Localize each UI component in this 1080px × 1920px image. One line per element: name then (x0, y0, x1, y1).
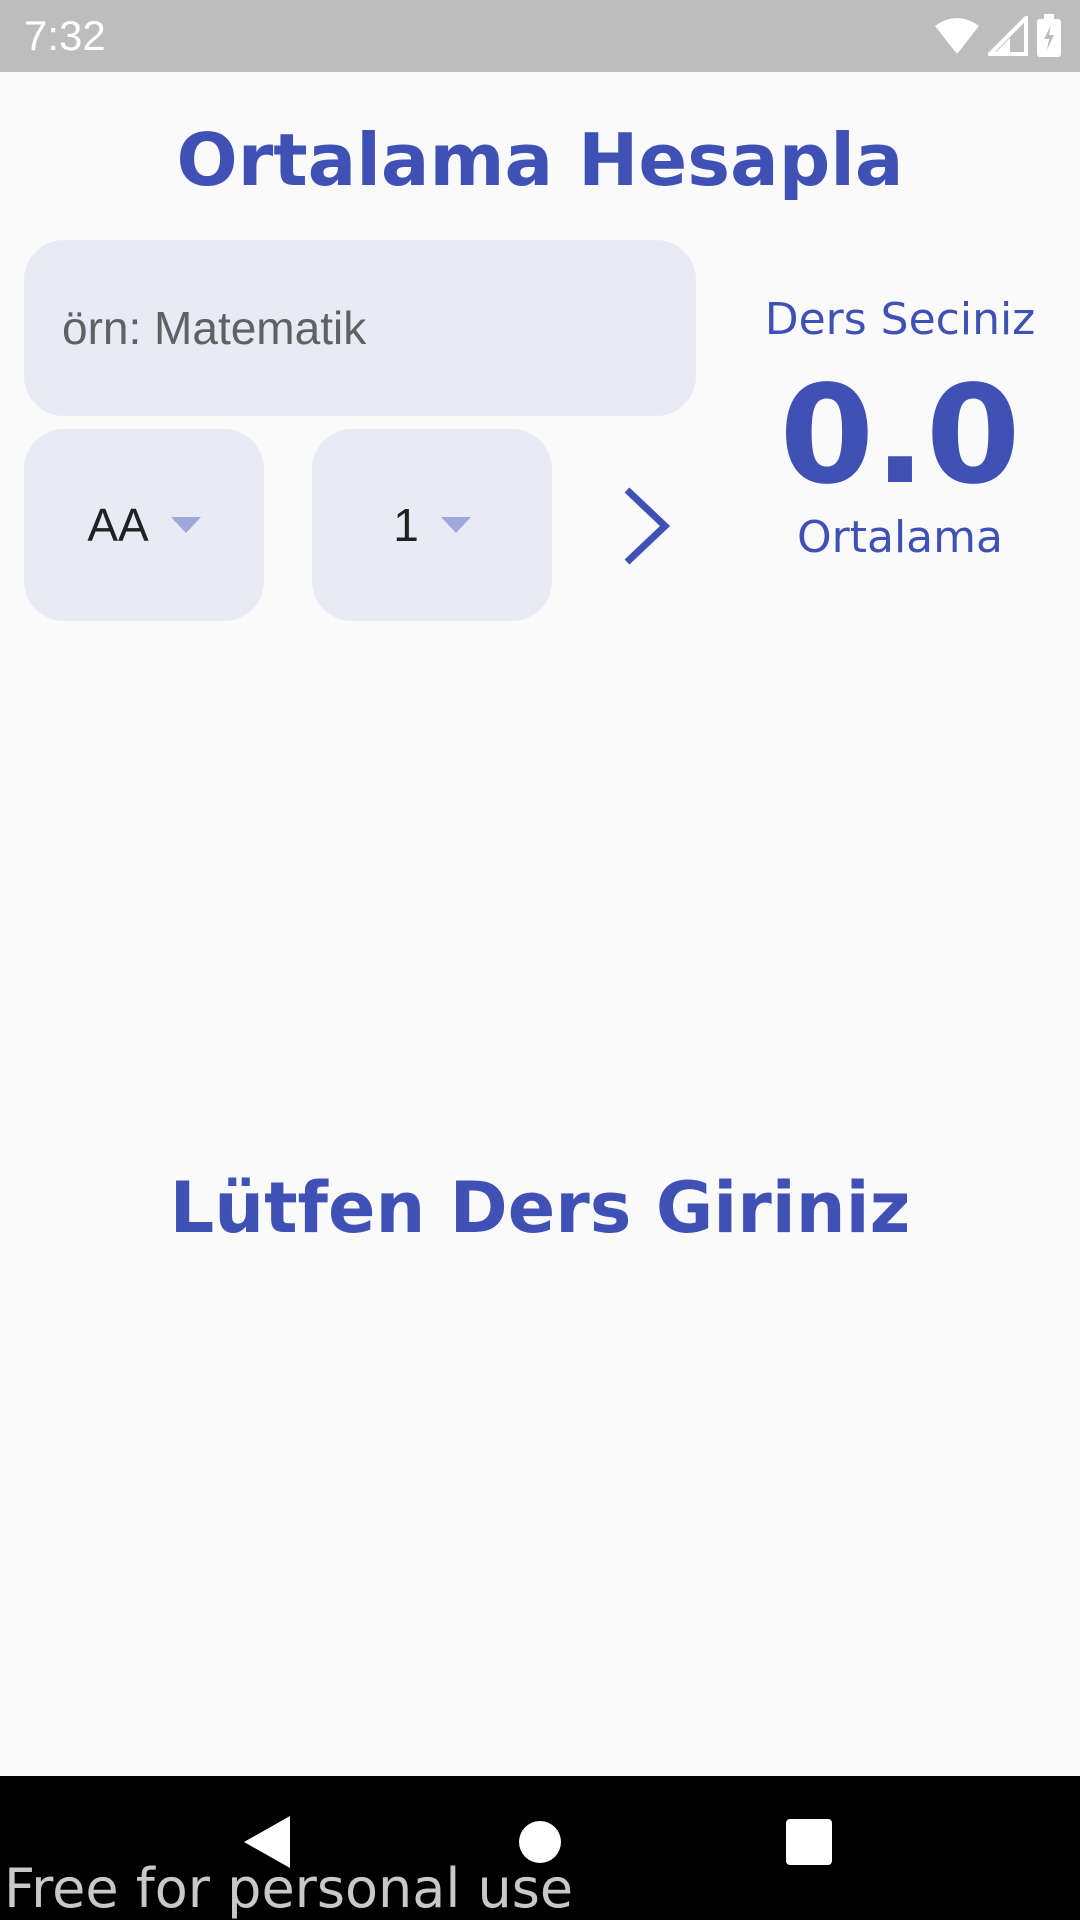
grade-dropdown[interactable]: AA (24, 429, 264, 621)
recents-icon[interactable] (786, 1819, 832, 1865)
grade-dropdown-value: AA (87, 499, 149, 551)
credit-dropdown[interactable]: 1 (312, 429, 552, 621)
dropdown-arrow-icon (440, 517, 471, 533)
average-value: 0.0 (779, 357, 1021, 515)
battery-charging-icon (1037, 14, 1061, 57)
course-name-input[interactable] (60, 300, 696, 356)
summary-label: Ders Seciniz (764, 294, 1036, 345)
cell-signal-icon (988, 16, 1028, 56)
wifi-icon (935, 18, 979, 54)
status-bar: 7:32 (0, 0, 1080, 72)
add-course-button[interactable] (606, 474, 686, 578)
average-caption: Ortalama (797, 512, 1003, 563)
chevron-right-icon (624, 487, 671, 565)
course-name-field[interactable] (24, 240, 696, 416)
empty-state-message: Lütfen Ders Giriniz (169, 1167, 911, 1249)
watermark: Free for personal use (4, 1857, 574, 1920)
dropdown-arrow-icon (170, 517, 201, 533)
status-time: 7:32 (24, 12, 106, 59)
page-title: Ortalama Hesapla (176, 118, 904, 202)
status-icons (934, 14, 1062, 58)
average-summary: Ders Seciniz 0.0 Ortalama (720, 290, 1080, 566)
credit-dropdown-value: 1 (393, 499, 419, 551)
